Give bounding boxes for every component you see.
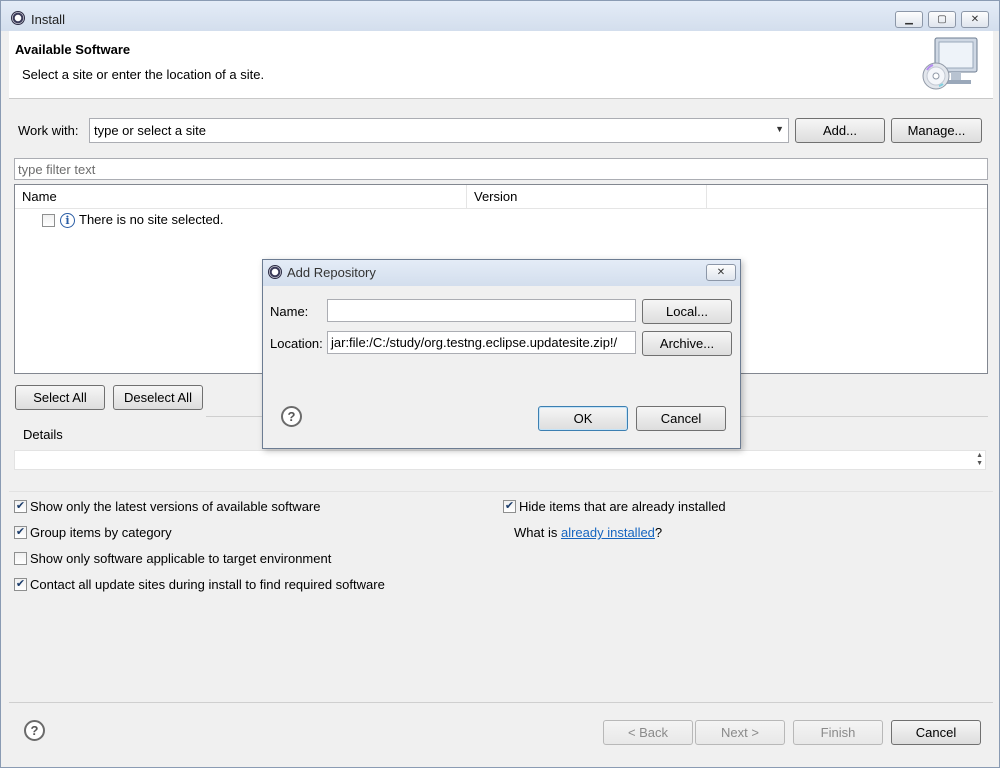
dialog-cancel-button[interactable]: Cancel [636, 406, 726, 431]
add-site-button[interactable]: Add... [795, 118, 885, 143]
eclipse-app-icon [268, 265, 282, 279]
column-header-version[interactable]: Version [467, 185, 707, 209]
repository-location-input[interactable]: jar:file:/C:/study/org.testng.eclipse.up… [327, 331, 636, 354]
options-separator [9, 491, 993, 492]
dialog-help-icon[interactable]: ? [281, 406, 302, 427]
close-button[interactable]: ✕ [961, 11, 989, 28]
ok-button[interactable]: OK [538, 406, 628, 431]
work-with-combo[interactable]: type or select a site ▼ [89, 118, 789, 143]
eclipse-app-icon [11, 11, 25, 25]
page-description: Select a site or enter the location of a… [22, 67, 265, 82]
repository-location-value: jar:file:/C:/study/org.testng.eclipse.up… [331, 335, 618, 350]
dialog-title: Add Repository [287, 265, 376, 280]
back-button[interactable]: < Back [603, 720, 693, 745]
select-all-button[interactable]: Select All [15, 385, 105, 410]
applicable-only-label[interactable]: Show only software applicable to target … [30, 551, 331, 566]
details-scroll-arrows[interactable]: ▲ ▼ [976, 452, 983, 468]
contact-all-sites-label[interactable]: Contact all update sites during install … [30, 577, 385, 592]
already-installed-link[interactable]: already installed [561, 525, 655, 540]
repository-location-label: Location: [270, 336, 323, 351]
contact-all-sites-checkbox[interactable]: ✔ [14, 578, 27, 591]
dropdown-arrow-icon[interactable]: ▼ [775, 124, 784, 134]
hide-installed-checkbox[interactable]: ✔ [503, 500, 516, 513]
details-text-area[interactable]: ▲ ▼ [14, 450, 986, 470]
group-by-category-label[interactable]: Group items by category [30, 525, 172, 540]
install-software-icon [922, 37, 978, 90]
manage-sites-button[interactable]: Manage... [891, 118, 982, 143]
wizard-header: Available Software Select a site or ente… [9, 31, 993, 99]
cancel-button[interactable]: Cancel [891, 720, 981, 745]
what-is-suffix: ? [654, 525, 663, 540]
maximize-button[interactable]: ▢ [928, 11, 956, 28]
details-label: Details [23, 427, 63, 442]
repository-name-input[interactable] [327, 299, 636, 322]
finish-button[interactable]: Finish [793, 720, 883, 745]
filter-input[interactable]: type filter text [14, 158, 988, 180]
deselect-all-button[interactable]: Deselect All [113, 385, 203, 410]
install-window: Install ▁ ▢ ✕ Available Software Select … [0, 0, 1000, 768]
window-title: Install [31, 12, 65, 27]
latest-versions-checkbox[interactable]: ✔ [14, 500, 27, 513]
archive-button[interactable]: Archive... [642, 331, 732, 356]
group-by-category-checkbox[interactable]: ✔ [14, 526, 27, 539]
column-header-name[interactable]: Name [15, 185, 467, 209]
next-button[interactable]: Next > [695, 720, 785, 745]
add-repository-dialog: Add Repository ✕ Name: Local... Location… [262, 259, 741, 449]
filter-placeholder: type filter text [18, 162, 96, 177]
tree-row-checkbox[interactable] [42, 214, 55, 227]
repository-name-label: Name: [270, 304, 309, 319]
already-installed-question: What is already installed? [514, 525, 662, 540]
hide-installed-label[interactable]: Hide items that are already installed [519, 499, 726, 514]
dialog-title-bar: Add Repository ✕ [263, 260, 740, 286]
help-icon[interactable]: ? [24, 720, 45, 741]
applicable-only-checkbox[interactable] [14, 552, 27, 565]
tree-row-text: There is no site selected. [79, 212, 224, 227]
local-button[interactable]: Local... [642, 299, 732, 324]
dialog-close-button[interactable]: ✕ [706, 264, 736, 281]
tree-header: Name Version [15, 185, 987, 209]
tree-row[interactable]: i There is no site selected. [15, 209, 987, 231]
work-with-label: Work with: [18, 123, 79, 138]
title-bar: Install ▁ ▢ ✕ [1, 1, 999, 31]
what-is-prefix: What is [514, 525, 561, 540]
footer-separator [9, 702, 993, 703]
work-with-combo-value: type or select a site [94, 123, 206, 138]
minimize-button[interactable]: ▁ [895, 11, 923, 28]
latest-versions-label[interactable]: Show only the latest versions of availab… [30, 499, 321, 514]
info-icon: i [60, 213, 75, 228]
page-title: Available Software [15, 42, 131, 57]
